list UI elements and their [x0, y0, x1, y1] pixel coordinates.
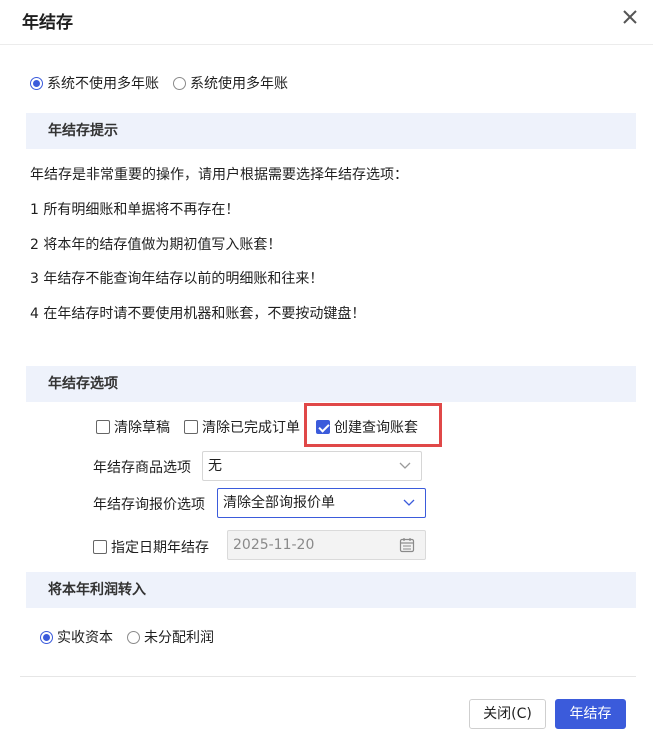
close-icon[interactable] [621, 8, 639, 26]
select-value: 清除全部询报价单 [223, 495, 335, 511]
checkbox-label: 清除草稿 [114, 420, 170, 436]
tip-line: 年结存是非常重要的操作，请用户根据需要选择年结存选项： [30, 167, 408, 183]
footer-divider [20, 676, 636, 677]
radio-label: 未分配利润 [144, 630, 214, 646]
radio-label: 系统不使用多年账 [47, 76, 159, 92]
checkbox-clear-drafts[interactable]: 清除草稿 [96, 417, 170, 437]
chevron-down-icon [399, 462, 411, 469]
radio-no-multi-year[interactable]: 系统不使用多年账 [30, 73, 159, 93]
radio-button[interactable] [30, 76, 43, 90]
year-end-confirm-button[interactable]: 年结存 [555, 699, 626, 729]
quote-option-select[interactable]: 清除全部询报价单 [217, 488, 426, 518]
quote-option-label: 年结存询报价选项 [93, 497, 205, 513]
title-bar: 年结存 [0, 0, 653, 45]
options-section-header: 年结存选项 [26, 366, 636, 402]
tip-line: 3 年结存不能查询年结存以前的明细账和往来！ [30, 271, 324, 287]
checkbox-label: 清除已完成订单 [202, 420, 300, 436]
profit-transfer-group: 实收资本 未分配利润 [40, 627, 228, 647]
checkbox-specify-date[interactable]: 指定日期年结存 [93, 537, 209, 557]
radio-paid-in-capital[interactable]: 实收资本 [40, 627, 113, 647]
tip-line: 1 所有明细账和单据将不再存在！ [30, 202, 240, 218]
checkbox-create-query-book[interactable]: 创建查询账套 [316, 417, 418, 437]
goods-option-label: 年结存商品选项 [93, 460, 191, 476]
checkbox-label: 创建查询账套 [334, 420, 418, 436]
close-button[interactable]: 关闭(C) [469, 699, 546, 729]
year-end-dialog: 年结存 系统不使用多年账 系统使用多年账 年结存提示 年结存是非常重要的操作，请… [0, 0, 653, 737]
tip-line: 4 在年结存时请不要使用机器和账套，不要按动键盘！ [30, 306, 366, 322]
date-input[interactable]: 2025-11-20 [227, 530, 426, 560]
tip-line: 2 将本年的结存值做为期初值写入账套！ [30, 237, 282, 253]
dialog-title: 年结存 [22, 13, 73, 33]
checkbox[interactable] [316, 420, 330, 434]
date-value: 2025-11-20 [233, 537, 315, 553]
select-value: 无 [208, 458, 222, 474]
checkbox[interactable] [96, 420, 110, 434]
tips-section-header: 年结存提示 [26, 113, 636, 149]
checkbox-clear-completed-orders[interactable]: 清除已完成订单 [184, 417, 300, 437]
radio-label: 实收资本 [57, 630, 113, 646]
radio-multi-year[interactable]: 系统使用多年账 [173, 73, 288, 93]
radio-label: 系统使用多年账 [190, 76, 288, 92]
checkbox[interactable] [184, 420, 198, 434]
chevron-down-icon [403, 499, 415, 506]
radio-button[interactable] [40, 630, 53, 644]
checkbox[interactable] [93, 540, 107, 554]
radio-undistributed-profit[interactable]: 未分配利润 [127, 627, 214, 647]
profit-section-header: 将本年利润转入 [26, 572, 636, 608]
account-mode-group: 系统不使用多年账 系统使用多年账 [30, 73, 302, 93]
radio-button[interactable] [127, 630, 140, 644]
goods-option-select[interactable]: 无 [202, 451, 422, 481]
radio-button[interactable] [173, 76, 186, 90]
calendar-icon [399, 538, 415, 553]
checkbox-label: 指定日期年结存 [111, 540, 209, 556]
